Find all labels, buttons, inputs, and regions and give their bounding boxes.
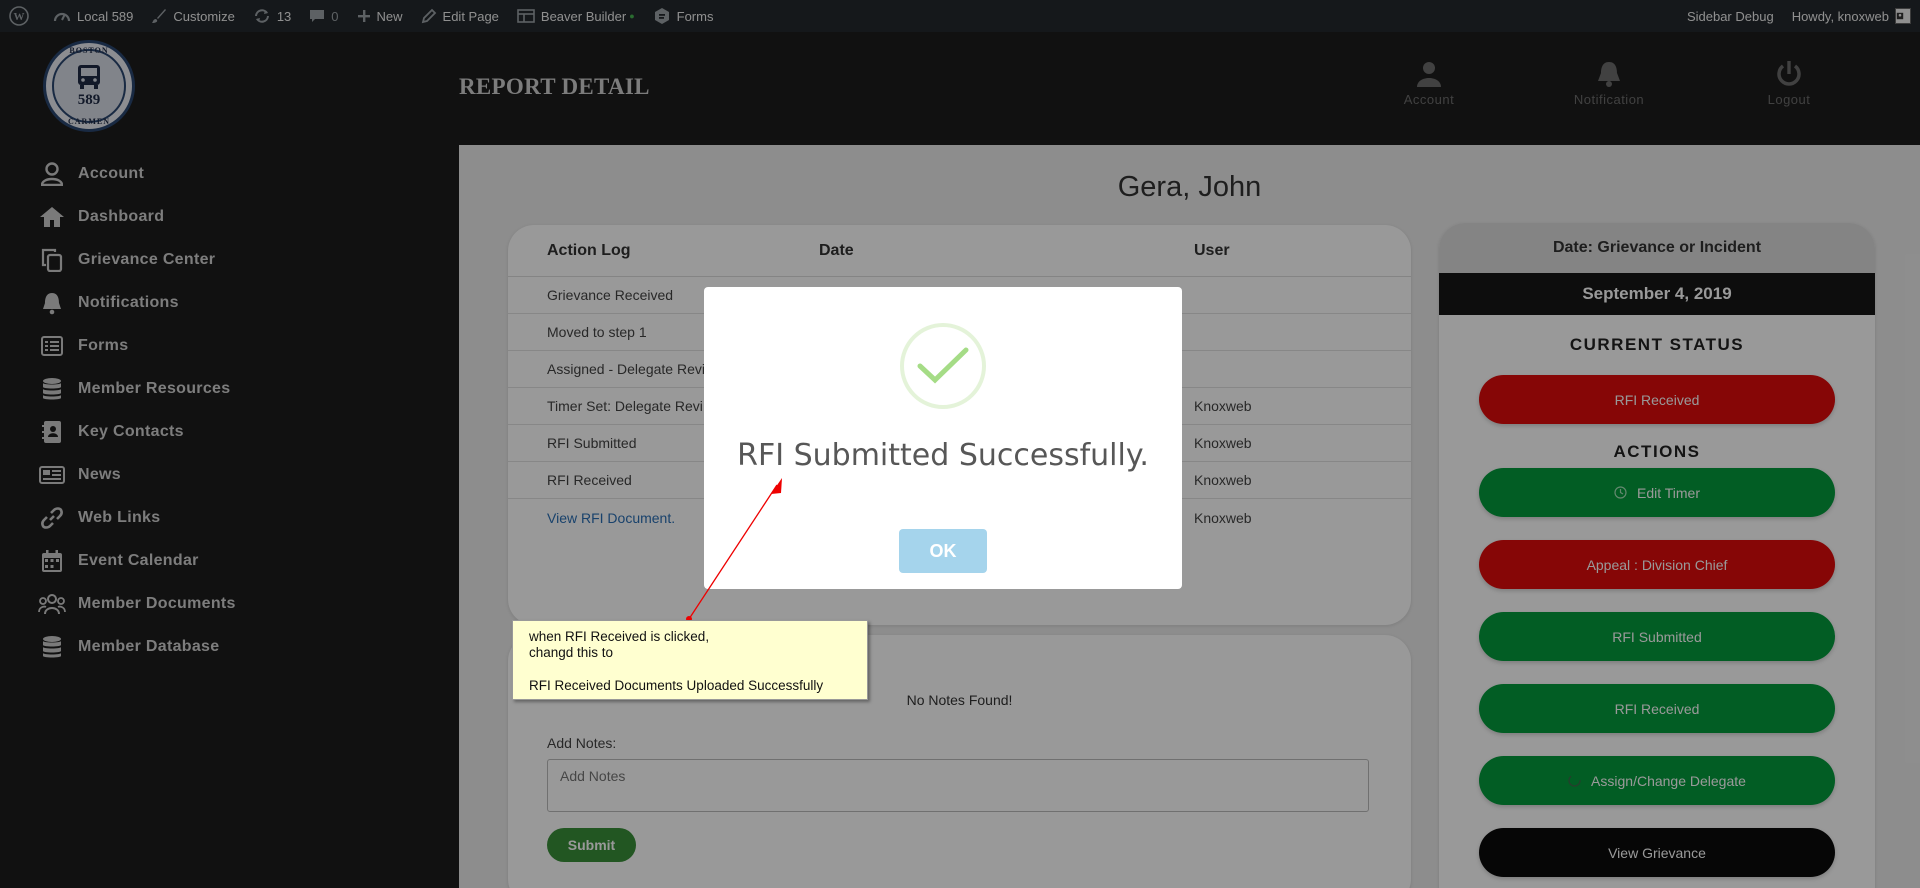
modal-ok-button[interactable]: OK (899, 529, 987, 573)
annotation-note: when RFI Received is clicked, changd thi… (512, 620, 868, 700)
success-modal: RFI Submitted Successfully. OK (704, 287, 1182, 589)
modal-title: RFI Submitted Successfully. (737, 438, 1149, 473)
annotation-line-3: RFI Received Documents Uploaded Successf… (529, 678, 824, 693)
success-check-icon (900, 323, 986, 409)
annotation-line-1: when RFI Received is clicked, (529, 629, 710, 644)
annotation-line-2: changd this to (529, 645, 614, 660)
annotation-gap (529, 661, 851, 678)
